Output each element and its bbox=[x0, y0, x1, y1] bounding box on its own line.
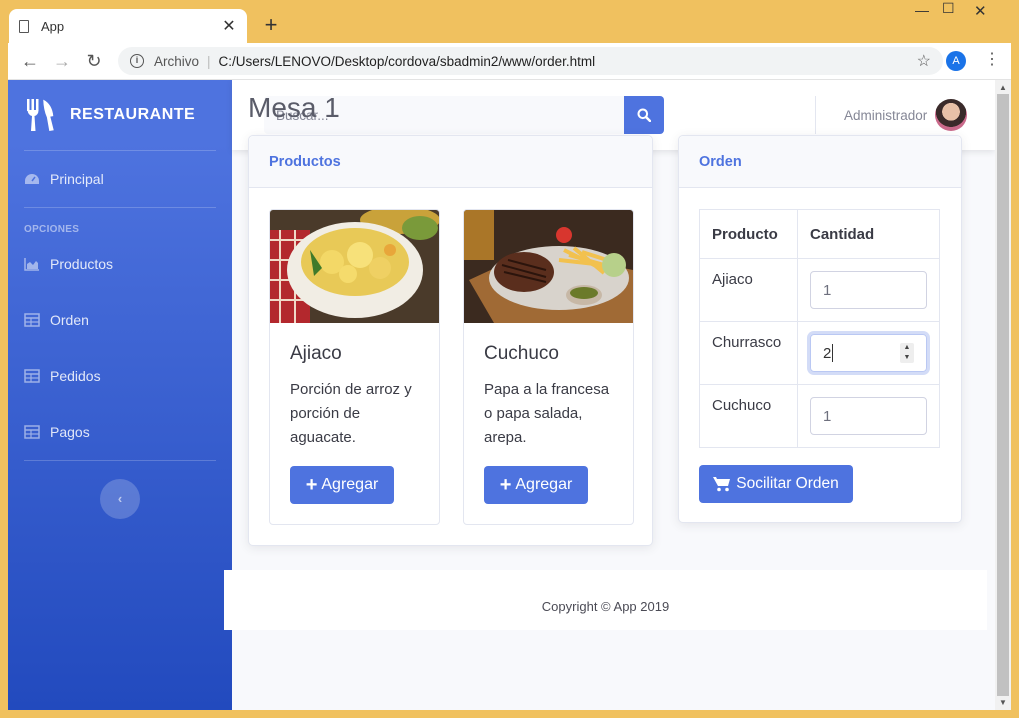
sidebar-item-pagos[interactable]: Pagos bbox=[8, 404, 232, 460]
product-image-cuchuco bbox=[464, 210, 633, 323]
order-card: Orden Producto Cantidad Ajiaco 1 Churras… bbox=[678, 135, 962, 523]
table-header-row: Producto Cantidad bbox=[699, 209, 940, 259]
product-card-cuchuco: Cuchuco Papa a la francesa o papa salada… bbox=[463, 209, 634, 525]
sidebar-heading: OPCIONES bbox=[24, 224, 80, 235]
spinner-icon[interactable]: ▲ ▼ bbox=[900, 343, 914, 363]
column-header-cantidad: Cantidad bbox=[797, 209, 940, 259]
product-name: Ajiaco bbox=[290, 343, 342, 364]
footer-copyright: Copyright © App 2019 bbox=[541, 599, 670, 614]
sidebar-item-principal[interactable]: Principal bbox=[8, 151, 232, 207]
profile-avatar[interactable]: A bbox=[946, 51, 966, 71]
sidebar-brand[interactable]: RESTAURANTE bbox=[8, 80, 232, 150]
add-cuchuco-button[interactable]: + Agregar bbox=[484, 466, 588, 504]
quantity-input[interactable]: 1 bbox=[810, 397, 927, 435]
order-product: Churrasco bbox=[699, 321, 798, 385]
products-card-header: Productos bbox=[249, 136, 652, 188]
sidebar-divider bbox=[24, 460, 216, 461]
products-card: Productos Ajiaco Porción de arroz y porc… bbox=[248, 135, 653, 546]
bookmark-star-icon[interactable]: ☆ bbox=[917, 51, 931, 71]
table-icon bbox=[24, 425, 40, 439]
maximize-button[interactable]: ☐ bbox=[942, 0, 955, 17]
tab-title: App bbox=[41, 18, 65, 34]
order-table: Producto Cantidad Ajiaco 1 Churrasco 2 ▲… bbox=[699, 209, 940, 448]
order-product: Cuchuco bbox=[699, 384, 798, 448]
brand-name: RESTAURANTE bbox=[70, 106, 196, 123]
new-tab-button[interactable]: + bbox=[262, 14, 280, 36]
product-card-ajiaco: Ajiaco Porción de arroz y porción de agu… bbox=[269, 209, 440, 525]
sidebar-item-pedidos[interactable]: Pedidos bbox=[8, 348, 232, 404]
sidebar-item-label: Principal bbox=[50, 171, 104, 187]
table-row: Cuchuco 1 bbox=[699, 384, 940, 448]
quantity-cell: 1 bbox=[797, 384, 940, 448]
menu-kebab-icon[interactable]: ⋮ bbox=[984, 49, 1000, 71]
scheme-label: Archivo bbox=[154, 53, 200, 69]
omnibox[interactable]: i Archivo | C:/Users/LENOVO/Desktop/cord… bbox=[118, 47, 943, 75]
search-button[interactable] bbox=[624, 96, 664, 134]
url-text[interactable]: C:/Users/LENOVO/Desktop/cordova/sbadmin2… bbox=[219, 54, 917, 69]
submit-order-label: Socilitar Orden bbox=[736, 475, 839, 492]
add-button-label: Agregar bbox=[515, 476, 573, 493]
scrollbar-thumb[interactable] bbox=[997, 94, 1009, 696]
tachometer-icon bbox=[25, 174, 39, 184]
search-icon bbox=[637, 108, 651, 122]
column-header-producto: Producto bbox=[699, 209, 798, 259]
back-icon[interactable]: ← bbox=[20, 51, 40, 71]
table-row: Churrasco 2 ▲ ▼ bbox=[699, 321, 940, 385]
quantity-value: 1 bbox=[823, 407, 832, 425]
table-icon bbox=[24, 369, 40, 383]
text-cursor bbox=[832, 344, 834, 362]
quantity-input[interactable]: 2 ▲ ▼ bbox=[810, 334, 927, 372]
order-product: Ajiaco bbox=[699, 258, 798, 322]
chart-area-icon bbox=[24, 258, 39, 271]
table-icon bbox=[24, 313, 40, 327]
product-name: Cuchuco bbox=[484, 343, 559, 364]
omnibox-separator: | bbox=[207, 53, 211, 69]
product-description: Papa a la francesa o papa salada, arepa. bbox=[484, 381, 610, 446]
address-bar: ← → ↻ i Archivo | C:/Users/LENOVO/Deskto… bbox=[8, 43, 1011, 80]
plus-icon: + bbox=[305, 474, 318, 496]
sidebar-item-label: Productos bbox=[50, 256, 114, 272]
quantity-input[interactable]: 1 bbox=[810, 271, 927, 309]
document-icon bbox=[19, 19, 29, 33]
scroll-down-icon[interactable]: ▼ bbox=[999, 698, 1007, 707]
quantity-value: 1 bbox=[823, 281, 832, 299]
reload-icon[interactable]: ↻ bbox=[84, 51, 104, 71]
add-ajiaco-button[interactable]: + Agregar bbox=[290, 466, 394, 504]
shopping-cart-icon bbox=[713, 477, 731, 492]
order-card-header: Orden bbox=[679, 136, 961, 188]
browser-tab[interactable]: App ✕ bbox=[9, 9, 247, 43]
table-row: Ajiaco 1 bbox=[699, 258, 940, 322]
window-titlebar: App ✕ + — ☐ ✕ bbox=[0, 0, 1011, 43]
sidebar-item-label: Pagos bbox=[50, 424, 90, 440]
user-name: Administrador bbox=[844, 107, 928, 123]
sidebar-item-label: Orden bbox=[50, 312, 89, 328]
plus-icon: + bbox=[499, 474, 512, 496]
submit-order-button[interactable]: Socilitar Orden bbox=[699, 465, 853, 503]
product-image-ajiaco bbox=[270, 210, 439, 323]
sidebar-item-label: Pedidos bbox=[50, 368, 101, 384]
page-title: Mesa 1 bbox=[248, 92, 340, 123]
add-button-label: Agregar bbox=[321, 476, 379, 493]
user-menu[interactable]: Administrador bbox=[844, 99, 968, 131]
topbar-divider bbox=[815, 96, 816, 134]
scroll-up-icon[interactable]: ▲ bbox=[999, 83, 1007, 92]
sidebar-item-orden[interactable]: Orden bbox=[8, 292, 232, 348]
info-icon[interactable]: i bbox=[130, 54, 144, 68]
sidebar: RESTAURANTE Principal OPCIONES Productos… bbox=[8, 80, 232, 710]
sidebar-toggle-button[interactable]: ‹ bbox=[100, 479, 140, 519]
scrollbar[interactable]: ▲ ▼ bbox=[995, 80, 1011, 710]
close-window-button[interactable]: ✕ bbox=[974, 2, 987, 20]
product-description: Porción de arroz y porción de aguacate. bbox=[290, 381, 412, 446]
quantity-cell: 1 bbox=[797, 258, 940, 322]
avatar bbox=[935, 99, 968, 131]
footer: Copyright © App 2019 bbox=[224, 570, 987, 630]
minimize-button[interactable]: — bbox=[915, 2, 929, 18]
quantity-value: 2 bbox=[823, 344, 832, 362]
utensils-icon bbox=[27, 99, 54, 132]
close-tab-icon[interactable]: ✕ bbox=[221, 16, 237, 36]
quantity-cell: 2 ▲ ▼ bbox=[797, 321, 940, 385]
forward-icon[interactable]: → bbox=[52, 51, 72, 71]
sidebar-item-productos[interactable]: Productos bbox=[8, 236, 232, 292]
